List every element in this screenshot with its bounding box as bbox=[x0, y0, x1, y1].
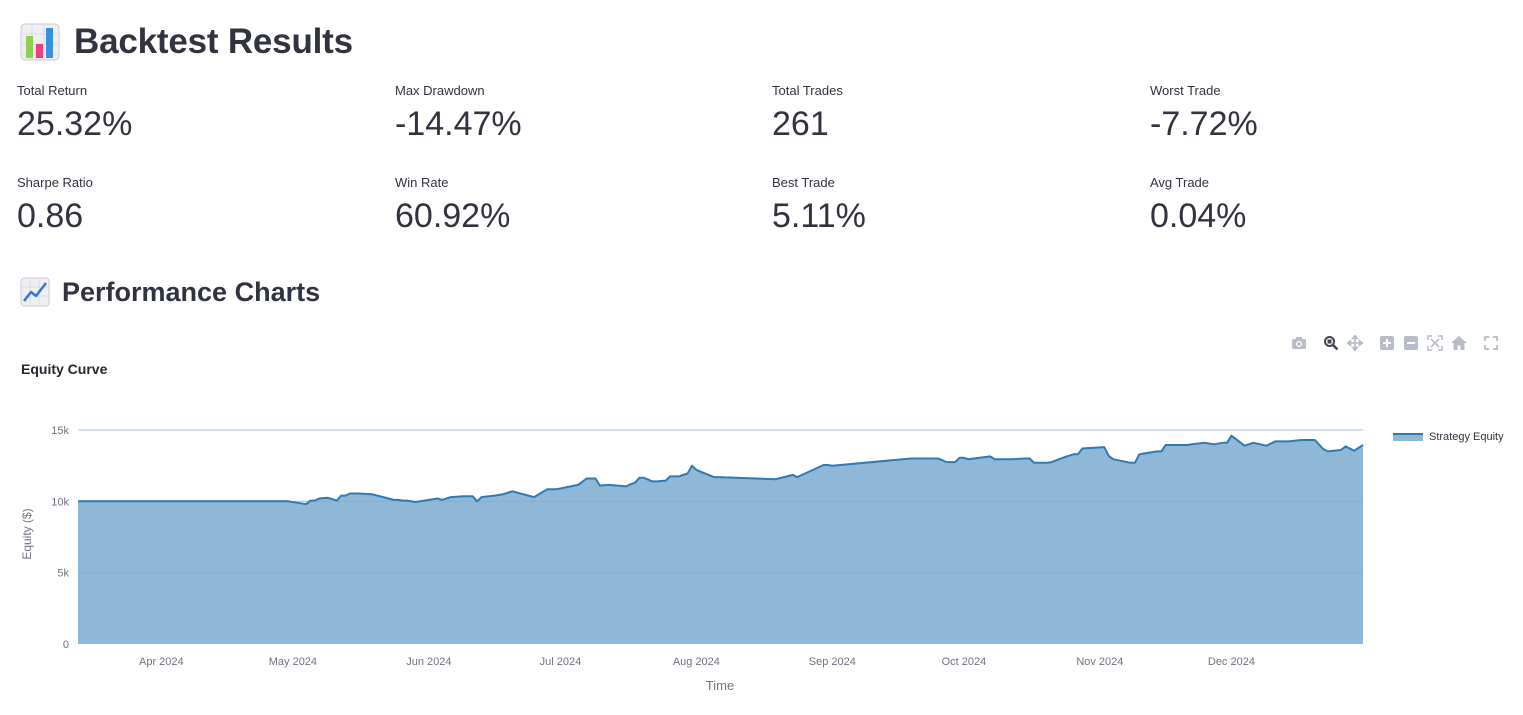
metric-total-trades: Total Trades 261 bbox=[772, 83, 1112, 144]
zoom-in-icon[interactable] bbox=[1375, 334, 1399, 352]
chart-increasing-emoji-icon bbox=[20, 277, 50, 307]
metric-label: Avg Trade bbox=[1150, 175, 1210, 190]
x-tick-label: Aug 2024 bbox=[673, 656, 720, 668]
metric-value: 60.92% bbox=[395, 197, 511, 235]
chart-legend[interactable]: Strategy Equity bbox=[1393, 431, 1504, 443]
metric-value: 5.11% bbox=[772, 197, 866, 235]
metric-sharpe-ratio: Sharpe Ratio 0.86 bbox=[17, 175, 357, 236]
metric-label: Max Drawdown bbox=[395, 83, 485, 98]
metric-total-return: Total Return 25.32% bbox=[17, 83, 357, 144]
bar-chart-emoji-icon bbox=[20, 23, 60, 61]
metric-value: -7.72% bbox=[1150, 105, 1258, 143]
metric-label: Total Return bbox=[17, 83, 88, 98]
metric-value: 25.32% bbox=[17, 105, 133, 143]
page-title: Backtest Results bbox=[74, 22, 353, 61]
home-icon[interactable] bbox=[1447, 334, 1471, 352]
section-header: Performance Charts bbox=[20, 272, 320, 312]
metric-value: 0.04% bbox=[1150, 197, 1247, 235]
legend-swatch bbox=[1393, 433, 1423, 441]
metric-win-rate: Win Rate 60.92% bbox=[395, 175, 735, 236]
metric-label: Worst Trade bbox=[1150, 83, 1221, 98]
camera-icon[interactable] bbox=[1287, 334, 1311, 352]
metric-value: 0.86 bbox=[17, 197, 84, 235]
zoom-icon[interactable] bbox=[1319, 334, 1343, 352]
metric-label: Total Trades bbox=[772, 83, 843, 98]
metric-best-trade: Best Trade 5.11% bbox=[772, 175, 1112, 236]
metric-value: 261 bbox=[772, 105, 829, 143]
equity-area bbox=[78, 435, 1363, 644]
zoom-out-icon[interactable] bbox=[1399, 334, 1423, 352]
section-title: Performance Charts bbox=[62, 276, 321, 307]
x-tick-label: Jun 2024 bbox=[406, 656, 451, 668]
x-tick-label: Dec 2024 bbox=[1208, 656, 1255, 668]
metric-max-drawdown: Max Drawdown -14.47% bbox=[395, 83, 735, 144]
metric-label: Sharpe Ratio bbox=[17, 175, 93, 190]
x-tick-label: Nov 2024 bbox=[1076, 656, 1123, 668]
metric-worst-trade: Worst Trade -7.72% bbox=[1150, 83, 1490, 144]
pan-icon[interactable] bbox=[1343, 334, 1367, 352]
autoscale-icon[interactable] bbox=[1423, 334, 1447, 352]
y-tick-label: 0 bbox=[63, 639, 69, 651]
chart-modebar bbox=[1287, 334, 1503, 352]
y-tick-label: 10k bbox=[51, 496, 69, 508]
page-header: Backtest Results bbox=[20, 18, 353, 66]
metric-value: -14.47% bbox=[395, 105, 522, 143]
fullscreen-icon[interactable] bbox=[1479, 334, 1503, 352]
chart-title: Equity Curve bbox=[21, 361, 108, 377]
metric-label: Win Rate bbox=[395, 175, 449, 190]
y-axis-label: Equity ($) bbox=[20, 508, 34, 559]
equity-curve-chart: Equity Curve 0 5k 10k 15k Apr 2024 May 2024 J… bbox=[20, 361, 1364, 693]
y-tick-label: 5k bbox=[57, 568, 69, 580]
x-tick-label: Apr 2024 bbox=[139, 656, 184, 668]
legend-label: Strategy Equity bbox=[1429, 431, 1504, 443]
metric-label: Best Trade bbox=[772, 175, 835, 190]
metric-avg-trade: Avg Trade 0.04% bbox=[1150, 175, 1490, 236]
x-axis-label: Time bbox=[706, 678, 734, 693]
x-tick-label: Sep 2024 bbox=[809, 656, 856, 668]
y-tick-label: 15k bbox=[51, 425, 69, 437]
x-tick-label: May 2024 bbox=[269, 656, 317, 668]
x-tick-label: Jul 2024 bbox=[540, 656, 582, 668]
x-tick-label: Oct 2024 bbox=[942, 656, 987, 668]
